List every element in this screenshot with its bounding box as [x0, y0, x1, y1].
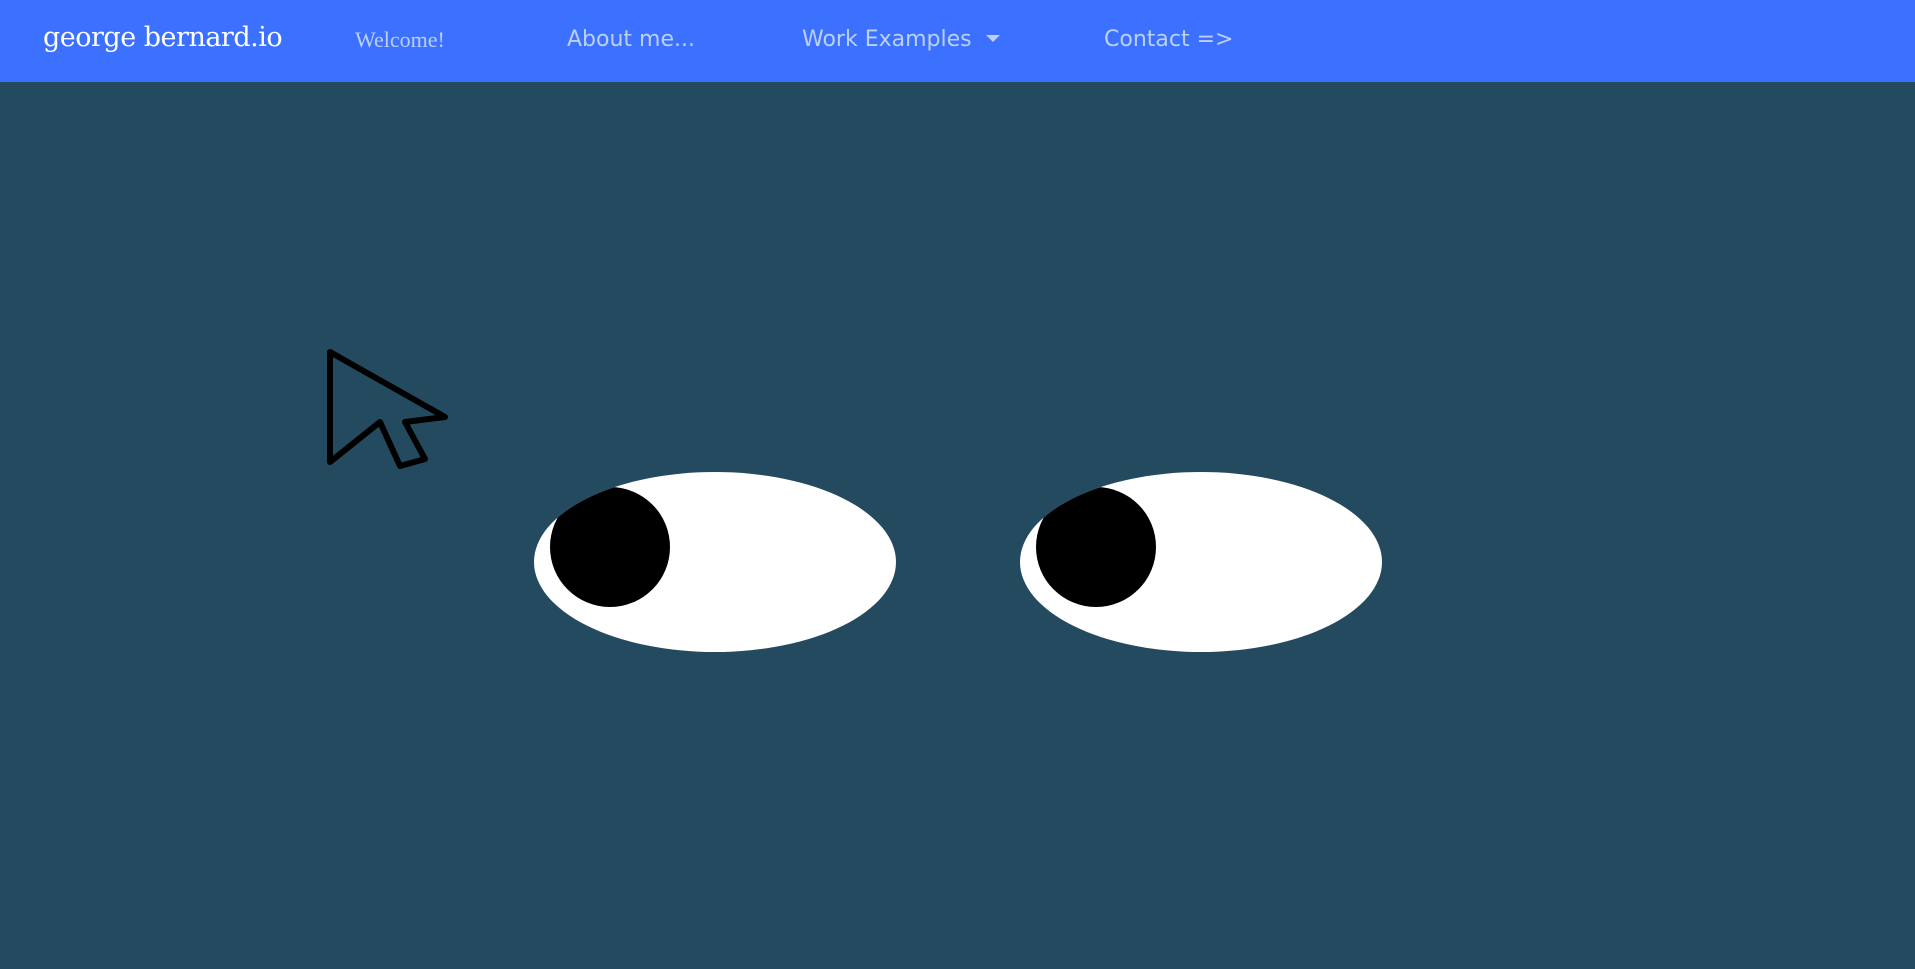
hero-stage	[0, 82, 1915, 969]
nav-work-label: Work Examples	[802, 27, 972, 52]
nav-contact-link[interactable]: Contact =>	[1104, 27, 1233, 52]
left-pupil	[550, 487, 670, 607]
right-pupil	[1036, 487, 1156, 607]
right-eye	[1020, 472, 1382, 652]
brand-link[interactable]: george bernard.io	[43, 22, 283, 53]
nav-work-dropdown[interactable]: Work Examples	[802, 27, 1000, 52]
navbar: george bernard.io Welcome! About me... W…	[0, 0, 1915, 82]
caret-down-icon	[985, 34, 1000, 42]
nav-about-link[interactable]: About me...	[567, 27, 695, 52]
left-eye	[534, 472, 896, 652]
nav-welcome-link[interactable]: Welcome!	[355, 27, 445, 53]
cursor-arrow-icon	[327, 349, 448, 469]
